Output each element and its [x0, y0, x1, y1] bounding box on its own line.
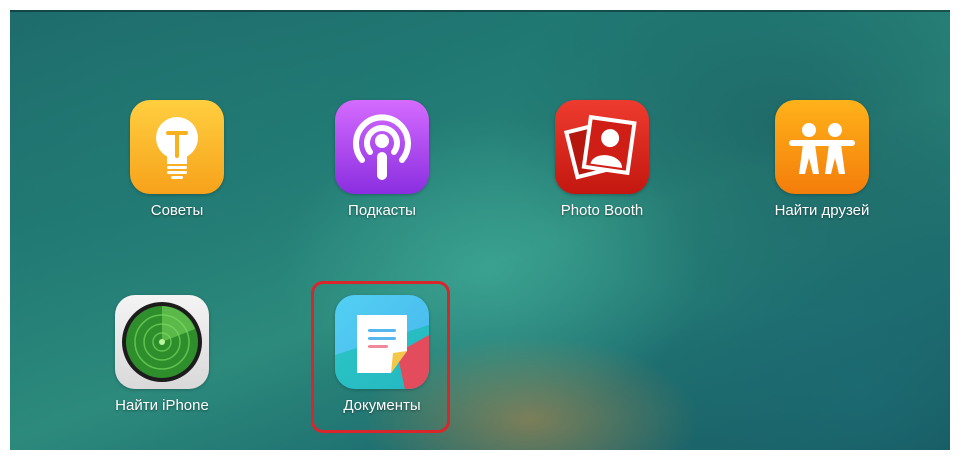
- app-label: Подкасты: [348, 202, 416, 219]
- app-label: Найти друзей: [774, 202, 870, 219]
- app-label: Найти iPhone: [115, 397, 209, 414]
- app-find-friends[interactable]: Найти друзей: [747, 100, 897, 230]
- podcasts-icon: [335, 100, 429, 194]
- app-find-iphone[interactable]: Найти iPhone: [87, 295, 237, 425]
- app-label: Документы: [343, 397, 421, 414]
- home-screen: Советы Подкасты Photo Booth Найти друзей…: [10, 10, 950, 450]
- app-photo-booth[interactable]: Photo Booth: [527, 100, 677, 230]
- find-friends-icon: [775, 100, 869, 194]
- lightbulb-icon: [130, 100, 224, 194]
- app-label: Советы: [150, 202, 204, 219]
- app-documents[interactable]: Документы: [307, 295, 457, 425]
- radar-icon: [115, 295, 209, 389]
- screen-edge-divider: [10, 10, 950, 12]
- app-podcasts[interactable]: Подкасты: [307, 100, 457, 230]
- photo-booth-icon: [555, 100, 649, 194]
- app-label: Photo Booth: [560, 202, 644, 219]
- app-tips[interactable]: Советы: [102, 100, 252, 230]
- documents-icon: [335, 295, 429, 389]
